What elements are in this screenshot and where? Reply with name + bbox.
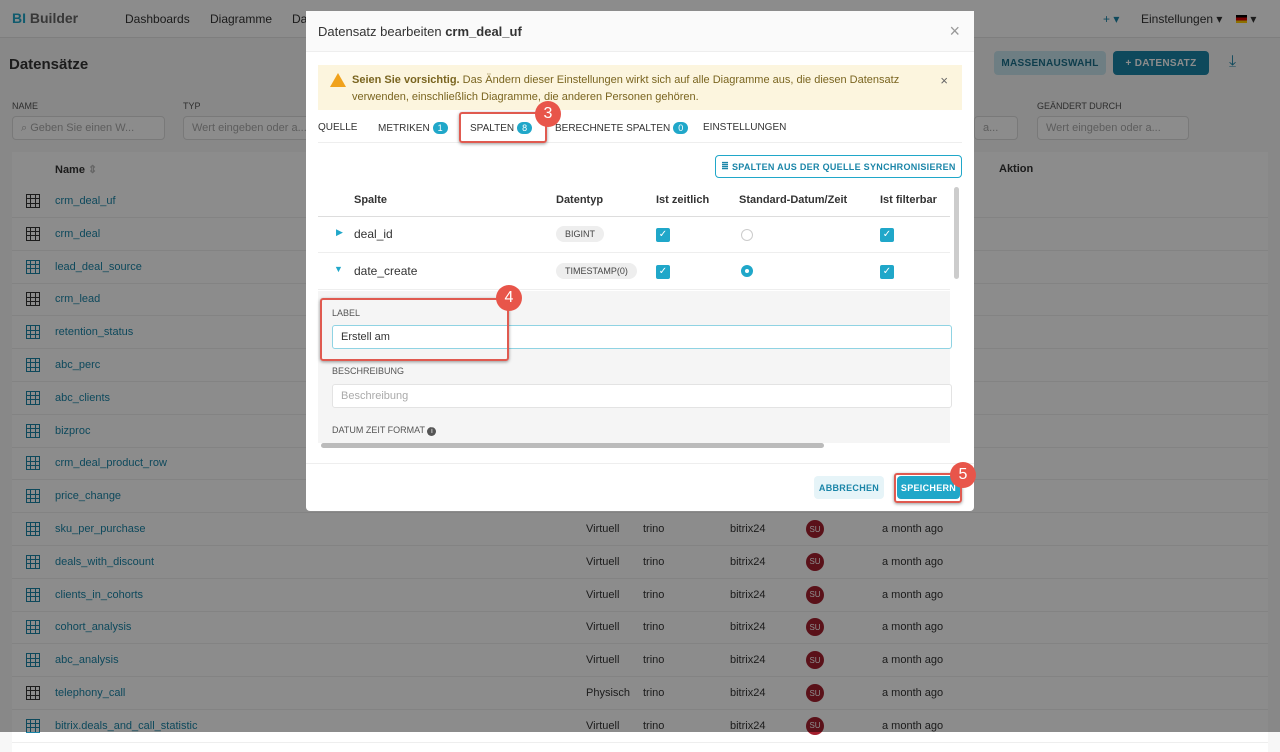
tab-metriken[interactable]: METRIKEN 1 [378,122,448,134]
temporal-checkbox[interactable]: ✓ [656,265,670,279]
temporal-checkbox[interactable]: ✓ [656,228,670,242]
cancel-button[interactable]: ABBRECHEN [814,476,884,499]
description-input[interactable]: Beschreibung [332,384,952,408]
horizontal-scrollbar[interactable] [321,443,824,448]
datatype-pill: BIGINT [556,226,605,242]
warning-icon [330,73,346,87]
info-icon[interactable]: i [427,427,437,436]
close-icon[interactable]: × [949,21,960,42]
footer-divider [306,463,974,464]
annotation-badge-4: 4 [496,285,522,311]
col-spalte[interactable]: Spalte [354,194,387,206]
annotation-highlight-label [320,298,509,361]
default-datetime-radio[interactable] [741,229,753,241]
expand-caret-icon[interactable]: ▶ [336,227,343,238]
col-datentyp[interactable]: Datentyp [556,194,603,206]
alert-close-icon[interactable]: × [940,72,948,89]
column-name: date_create [354,264,418,278]
default-datetime-radio[interactable] [741,265,753,277]
warning-alert: Seien Sie vorsichtig. Das Ändern dieser … [318,65,962,110]
datetime-format-label: DATUM ZEIT FORMAT i [332,425,437,436]
edit-dataset-modal: Datensatz bearbeiten crm_deal_uf × Seien… [306,11,974,511]
column-row: ▶ deal_id BIGINT ✓ ✓ [318,216,950,253]
datatype-pill: TIMESTAMP(0) [556,263,637,279]
modal-tabs: QUELLE METRIKEN 1 SPALTEN 8 BERECHNETE SPA… [318,110,962,143]
column-name: deal_id [354,227,393,241]
annotation-highlight-tabs [459,112,547,143]
column-row: ▼ date_create TIMESTAMP(0) ✓ ✓ [318,253,950,290]
sync-columns-button[interactable]: ≣ SPALTEN AUS DER QUELLE SYNCHRONISIEREN [715,155,962,178]
filterable-checkbox[interactable]: ✓ [880,265,894,279]
col-ist-filterbar[interactable]: Ist filterbar [880,194,937,206]
tab-quelle[interactable]: QUELLE [318,122,357,133]
col-ist-zeitlich[interactable]: Ist zeitlich [656,194,709,206]
database-icon: ≣ [721,161,732,171]
annotation-badge-3: 3 [535,101,561,127]
annotation-badge-5: 5 [950,462,976,488]
vertical-scrollbar[interactable] [954,187,959,279]
modal-title: Datensatz bearbeiten crm_deal_uf [306,11,974,52]
tab-einstellungen[interactable]: EINSTELLUNGEN [703,122,786,133]
tab-berechnete-spalten[interactable]: BERECHNETE SPALTEN 0 [555,122,689,134]
col-standard-datum[interactable]: Standard-Datum/Zeit [739,194,847,206]
collapse-caret-icon[interactable]: ▼ [334,264,343,274]
filterable-checkbox[interactable]: ✓ [880,228,894,242]
description-field-label: BESCHREIBUNG [332,366,405,376]
